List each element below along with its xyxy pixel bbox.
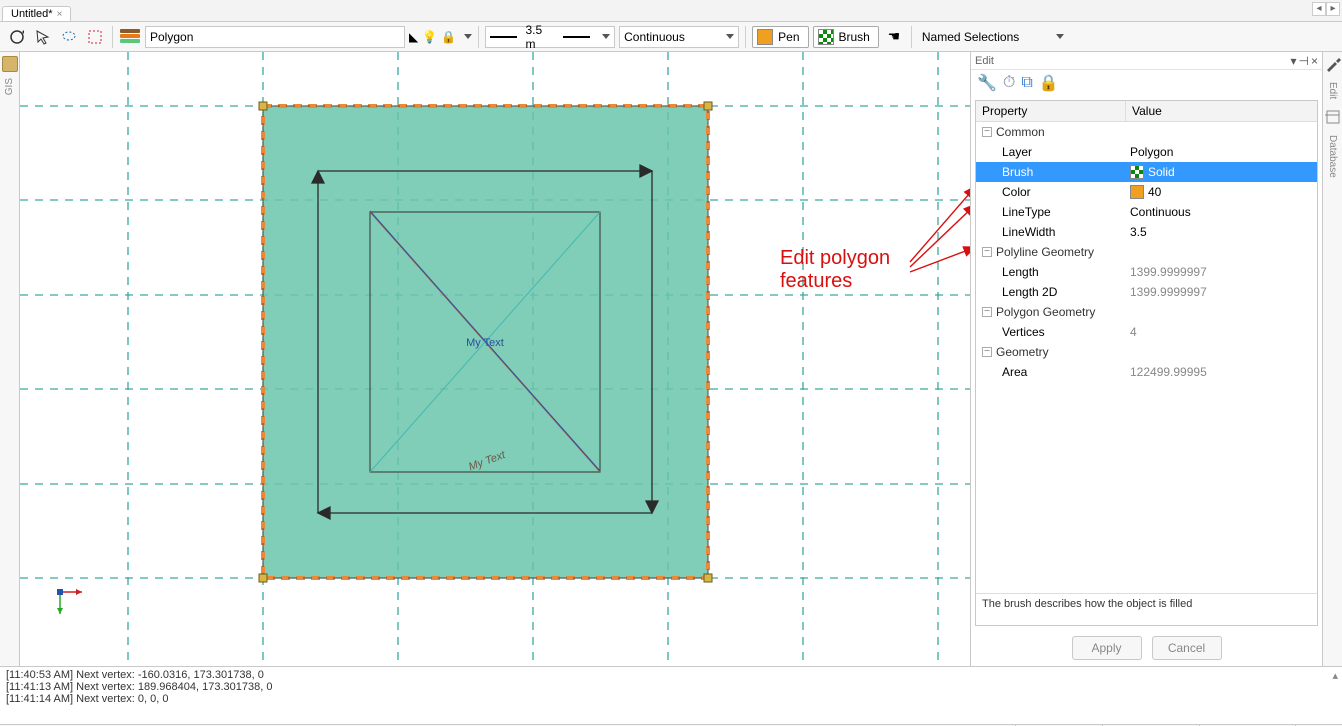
prop-row-area[interactable]: Area 122499.99995	[976, 362, 1317, 382]
right-gutter: Edit Database	[1322, 52, 1342, 666]
line-width-value: 3.5 m	[525, 23, 554, 51]
brush-pattern-swatch	[818, 29, 834, 45]
prop-row-length[interactable]: Length 1399.9999997	[976, 262, 1317, 282]
tab-nav-prev-button[interactable]: ◂	[1312, 2, 1326, 16]
right-tab-database[interactable]: Database	[1327, 135, 1338, 178]
main-toolbar: Polygon ◣ 💡 🔒 3.5 m Continuous Pen Brush…	[0, 22, 1342, 52]
collapse-icon[interactable]: −	[982, 127, 992, 137]
prop-group-polyline[interactable]: −Polyline Geometry	[976, 242, 1317, 262]
right-tab-edit[interactable]: Edit	[1327, 82, 1338, 99]
tool-marquee-button[interactable]	[84, 26, 106, 48]
tools-icon[interactable]	[1325, 56, 1341, 72]
named-selections-caret-icon[interactable]	[1056, 34, 1064, 39]
color-value-swatch	[1130, 185, 1144, 199]
brush-value-swatch	[1130, 165, 1144, 179]
property-grid-header: Property Value	[976, 101, 1317, 122]
brush-label: Brush	[839, 30, 870, 44]
tab-close-icon[interactable]: ×	[57, 9, 63, 20]
prop-group-geometry[interactable]: −Geometry	[976, 342, 1317, 362]
panel-menu-button[interactable]: ▾	[1291, 54, 1297, 68]
document-tab[interactable]: Untitled* ×	[2, 6, 71, 21]
edit-tool-wrench-icon[interactable]: 🔧	[977, 73, 997, 93]
cancel-button[interactable]: Cancel	[1152, 636, 1222, 660]
log-line: [11:40:53 AM] Next vertex: -160.0316, 17…	[6, 669, 1336, 681]
canvas-text-center: My Text	[466, 337, 504, 349]
line-type-value: Continuous	[624, 30, 685, 44]
edit-panel-buttons: Apply Cancel	[971, 630, 1322, 666]
prop-row-length2d[interactable]: Length 2D 1399.9999997	[976, 282, 1317, 302]
tool-reset-button[interactable]	[6, 26, 28, 48]
prop-group-common[interactable]: −Common	[976, 122, 1317, 142]
command-log[interactable]: [11:40:53 AM] Next vertex: -160.0316, 17…	[0, 666, 1342, 724]
layer-selector[interactable]: Polygon	[145, 26, 405, 48]
workspace: GIS	[0, 52, 1342, 666]
prop-row-linetype[interactable]: LineType Continuous	[976, 202, 1317, 222]
panel-pin-button[interactable]: ⊣	[1299, 54, 1309, 68]
line-preview-icon-2	[563, 36, 590, 38]
named-selections-label: Named Selections	[922, 30, 1019, 44]
database-icon[interactable]	[1325, 109, 1341, 125]
edit-panel-toolbar: 🔧 ⏱ ⧉ 🔒	[971, 70, 1322, 96]
collapse-icon[interactable]: −	[982, 247, 992, 257]
edit-panel: Edit ▾ ⊣ × 🔧 ⏱ ⧉ 🔒 Property Value −Commo…	[970, 52, 1322, 666]
pen-color-swatch	[757, 29, 773, 45]
prop-group-polygon[interactable]: −Polygon Geometry	[976, 302, 1317, 322]
prop-row-vertices[interactable]: Vertices 4	[976, 322, 1317, 342]
line-width-selector[interactable]: 3.5 m	[485, 26, 615, 48]
property-grid-hint: The brush describes how the object is fi…	[976, 593, 1317, 625]
layer-stack-icon[interactable]	[119, 26, 141, 48]
layer-dropdown-caret-icon[interactable]	[464, 34, 472, 39]
edit-tool-lock-icon[interactable]: 🔒	[1039, 73, 1059, 93]
edit-panel-title: Edit	[975, 55, 994, 67]
layer-bulb-icon[interactable]: 💡	[422, 30, 437, 44]
pen-label: Pen	[778, 30, 799, 44]
document-tab-title: Untitled*	[11, 8, 53, 20]
log-scroll-up-icon[interactable]: ▴	[1332, 669, 1338, 682]
tabstrip-nav: ◂ ▸	[1312, 2, 1340, 16]
tab-nav-next-button[interactable]: ▸	[1326, 2, 1340, 16]
named-selections-dropdown[interactable]: Named Selections	[918, 26, 1068, 48]
document-tabstrip: Untitled* × ◂ ▸	[0, 0, 1342, 22]
drawing-canvas[interactable]: My Text My Text Edit polygon features	[20, 52, 970, 666]
gis-panel-icon[interactable]	[2, 56, 18, 72]
layer-triangle-icon[interactable]: ◣	[409, 30, 418, 44]
layer-selector-value: Polygon	[150, 30, 193, 44]
layer-quick-toggles: ◣ 💡 🔒	[409, 30, 472, 44]
property-header-value: Value	[1126, 101, 1168, 121]
log-line: [11:41:13 AM] Next vertex: 189.968404, 1…	[6, 681, 1336, 693]
prop-row-brush[interactable]: Brush Solid	[976, 162, 1317, 182]
canvas-svg: My Text My Text	[20, 52, 970, 666]
collapse-icon[interactable]: −	[982, 347, 992, 357]
tool-lasso-button[interactable]	[58, 26, 80, 48]
property-header-property: Property	[976, 101, 1126, 121]
property-grid-body: −Common Layer Polygon Brush Solid Color …	[976, 122, 1317, 593]
left-gutter: GIS	[0, 52, 20, 666]
line-preview-icon	[490, 36, 517, 38]
apply-button[interactable]: Apply	[1072, 636, 1142, 660]
prop-row-linewidth[interactable]: LineWidth 3.5	[976, 222, 1317, 242]
eyedropper-button[interactable]: ☚	[883, 26, 905, 48]
edit-tool-clock-icon[interactable]: ⏱	[1003, 74, 1015, 92]
property-grid: Property Value −Common Layer Polygon Bru…	[975, 100, 1318, 626]
log-line: [11:41:14 AM] Next vertex: 0, 0, 0	[6, 693, 1336, 705]
edit-panel-header: Edit ▾ ⊣ ×	[971, 52, 1322, 70]
edit-tool-copy-icon[interactable]: ⧉	[1021, 74, 1032, 92]
prop-row-color[interactable]: Color 40	[976, 182, 1317, 202]
layer-lock-icon[interactable]: 🔒	[441, 30, 456, 44]
line-type-selector[interactable]: Continuous	[619, 26, 739, 48]
line-width-caret-icon[interactable]	[602, 34, 610, 39]
pen-button[interactable]: Pen	[752, 26, 808, 48]
prop-row-layer[interactable]: Layer Polygon	[976, 142, 1317, 162]
collapse-icon[interactable]: −	[982, 307, 992, 317]
tool-pointer-button[interactable]	[32, 26, 54, 48]
gis-panel-label[interactable]: GIS	[4, 78, 15, 95]
panel-close-button[interactable]: ×	[1311, 54, 1318, 68]
brush-button[interactable]: Brush	[813, 26, 879, 48]
line-type-caret-icon[interactable]	[726, 34, 734, 39]
